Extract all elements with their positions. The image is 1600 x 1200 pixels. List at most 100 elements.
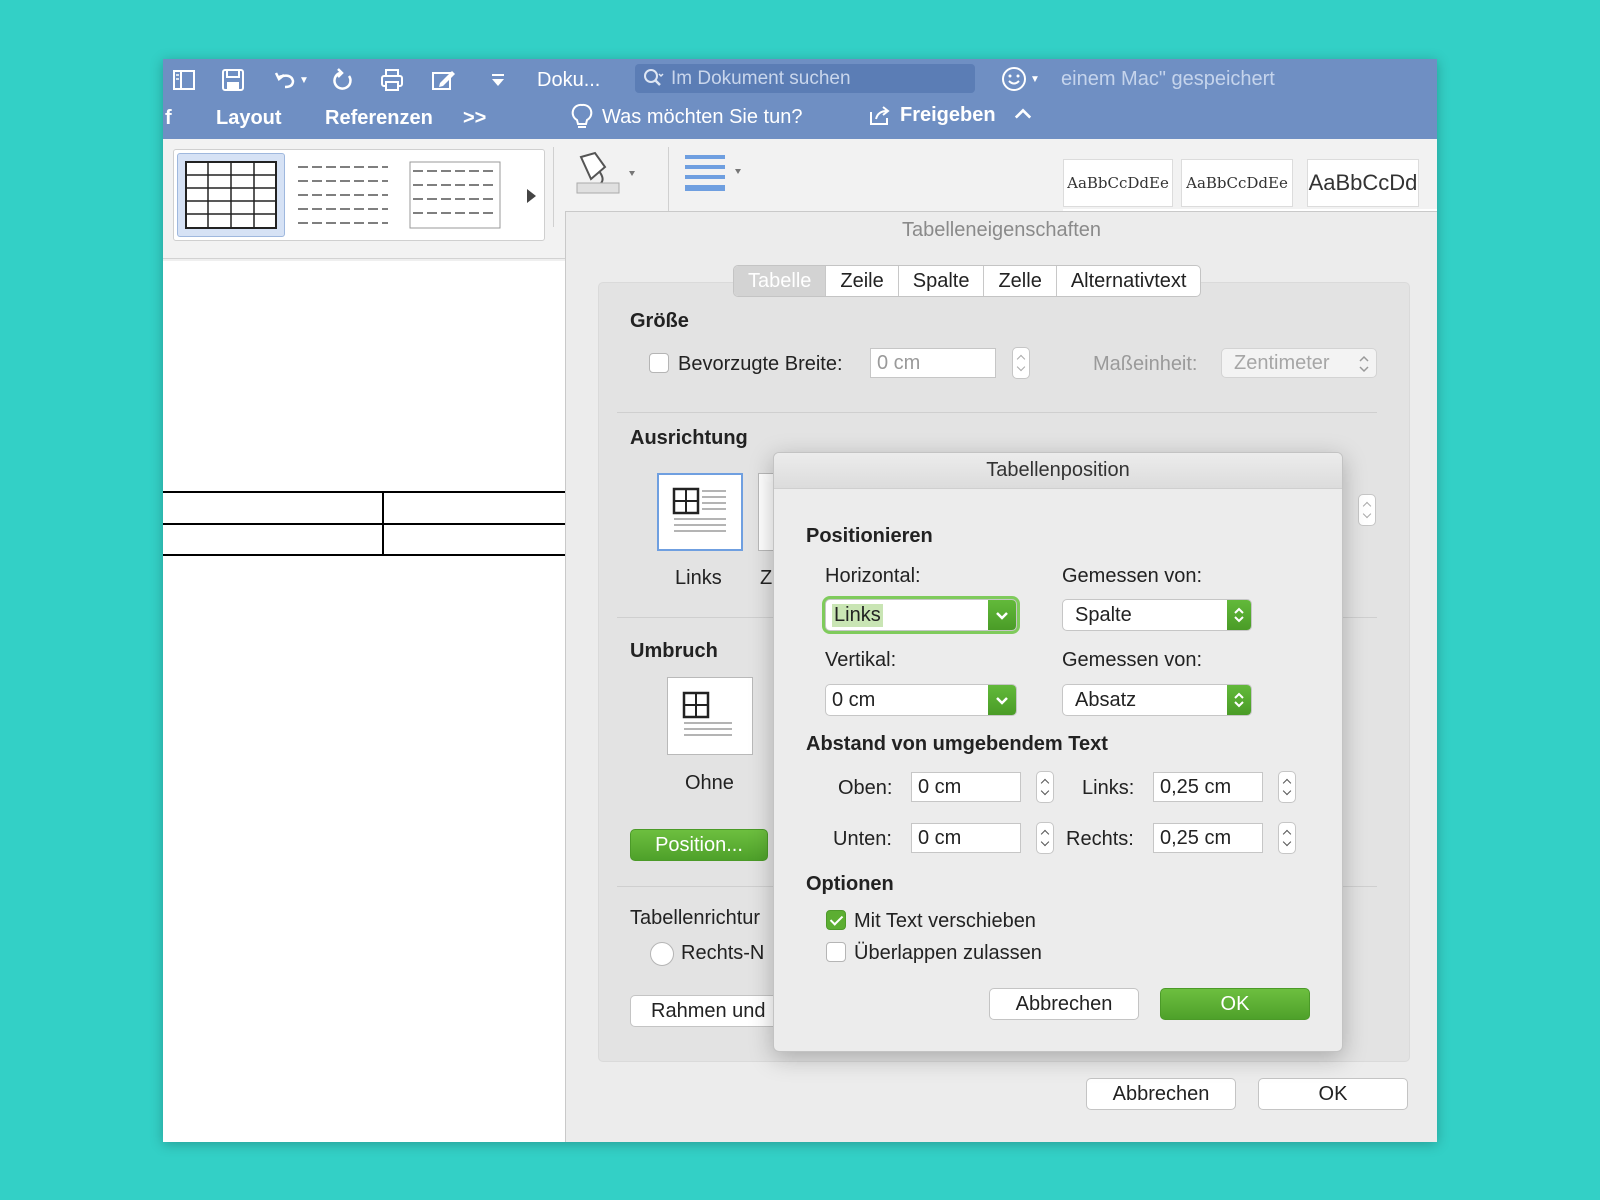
v-measured-select[interactable]: Absatz bbox=[1062, 684, 1252, 716]
collapse-ribbon-chevron-icon[interactable] bbox=[1014, 104, 1032, 127]
chevron-down-icon[interactable] bbox=[988, 685, 1016, 715]
tell-me-search[interactable]: Was möchten Sie tun? bbox=[570, 103, 802, 131]
move-with-text-label: Mit Text verschieben bbox=[854, 910, 1036, 932]
h-measured-label: Gemessen von: bbox=[1062, 565, 1203, 587]
left-stepper[interactable] bbox=[1278, 771, 1296, 803]
ribbon-separator bbox=[553, 147, 554, 227]
preferred-width-field[interactable]: 0 cm bbox=[870, 348, 996, 378]
h-measured-select[interactable]: Spalte bbox=[1062, 599, 1252, 631]
left-field[interactable]: 0,25 cm bbox=[1153, 772, 1263, 802]
search-placeholder: Im Dokument suchen bbox=[671, 67, 851, 89]
preferred-width-label: Bevorzugte Breite: bbox=[678, 353, 843, 375]
gallery-more-arrow-icon[interactable] bbox=[524, 186, 538, 206]
shading-paint-bucket-icon[interactable] bbox=[569, 149, 641, 199]
window-title-rest: einem Mac" gespeichert bbox=[1061, 68, 1275, 90]
tab-spalte[interactable]: Spalte bbox=[897, 266, 984, 296]
tab-layout[interactable]: Layout bbox=[216, 107, 282, 130]
right-label: Rechts: bbox=[1066, 828, 1134, 850]
table-style-light[interactable] bbox=[401, 153, 509, 237]
top-label: Oben: bbox=[838, 777, 893, 799]
table-direction-label: Tabellenrichtur bbox=[630, 907, 761, 929]
h-measured-value: Spalte bbox=[1075, 603, 1132, 626]
tab-cut-off[interactable]: f bbox=[165, 107, 172, 130]
search-input[interactable]: Im Dokument suchen bbox=[635, 64, 975, 93]
search-icon bbox=[644, 68, 664, 86]
unit-select[interactable]: Zentimeter bbox=[1221, 348, 1377, 378]
style-sample-2[interactable]: AaBbCcDdEe bbox=[1181, 159, 1293, 207]
props-cancel-button[interactable]: Abbrechen bbox=[1086, 1078, 1236, 1110]
share-label: Freigeben bbox=[900, 103, 996, 126]
direction-rtl-label: Rechts-N bbox=[681, 942, 765, 964]
preferred-width-stepper[interactable] bbox=[1012, 347, 1030, 379]
styles-gallery: AaBbCcDdEe AaBbCcDdEe AaBbCcDd bbox=[1063, 139, 1437, 209]
save-icon[interactable] bbox=[218, 65, 248, 95]
dialog-title: Tabellenposition bbox=[774, 453, 1342, 489]
horizontal-combo[interactable]: Links bbox=[825, 599, 1017, 631]
direction-rtl-radio[interactable] bbox=[650, 942, 674, 966]
wrap-none-option[interactable] bbox=[667, 677, 753, 755]
pos-cancel-button[interactable]: Abbrechen bbox=[989, 988, 1139, 1020]
share-icon bbox=[870, 106, 890, 125]
vertical-value: 0 cm bbox=[832, 688, 876, 711]
size-section-label: Größe bbox=[630, 310, 689, 332]
feedback-smiley-icon[interactable]: ▼ bbox=[1001, 65, 1049, 93]
bottom-label: Unten: bbox=[833, 828, 892, 850]
options-section-label: Optionen bbox=[806, 873, 894, 895]
wrap-none-label: Ohne bbox=[685, 772, 734, 794]
lightbulb-icon bbox=[571, 103, 593, 128]
position-button[interactable]: Position... bbox=[630, 829, 768, 861]
tab-tabelle[interactable]: Tabelle bbox=[734, 266, 826, 296]
top-stepper[interactable] bbox=[1036, 771, 1054, 803]
borders-and-shading-button[interactable]: Rahmen und bbox=[630, 995, 790, 1027]
dialog-title: Tabelleneigenschaften bbox=[901, 218, 1102, 241]
right-stepper[interactable] bbox=[1278, 822, 1296, 854]
vertical-combo[interactable]: 0 cm bbox=[825, 684, 1017, 716]
allow-overlap-label: Überlappen zulassen bbox=[854, 942, 1042, 964]
more-tabs-chevron[interactable]: >> bbox=[463, 107, 486, 130]
tab-referenzen[interactable]: Referenzen bbox=[325, 107, 433, 130]
edit-icon[interactable] bbox=[428, 65, 458, 95]
ribbon-tabs: f Layout Referenzen >> Was möchten Sie t… bbox=[163, 99, 1063, 139]
redo-icon[interactable] bbox=[328, 65, 358, 95]
sidebar-icon[interactable] bbox=[169, 65, 199, 95]
undo-icon[interactable]: ▼ bbox=[266, 65, 316, 95]
align-left-option[interactable] bbox=[657, 473, 743, 551]
updown-chevron-icon bbox=[1227, 600, 1251, 630]
tab-zeile[interactable]: Zeile bbox=[825, 266, 897, 296]
indent-stepper[interactable] bbox=[1358, 494, 1376, 526]
right-field[interactable]: 0,25 cm bbox=[1153, 823, 1263, 853]
borders-icon[interactable] bbox=[683, 151, 747, 197]
titlebar: ▼ Doku... Im Dokument suchen ▼ einem Mac… bbox=[163, 59, 1437, 139]
tell-me-label: Was möchten Sie tun? bbox=[602, 105, 803, 128]
horizontal-label: Horizontal: bbox=[825, 565, 921, 587]
bottom-field[interactable]: 0 cm bbox=[911, 823, 1021, 853]
table-style-grid[interactable] bbox=[177, 153, 285, 237]
table-position-dialog: Tabellenposition Positionieren Horizonta… bbox=[773, 452, 1343, 1052]
align-left-label: Links bbox=[675, 567, 722, 589]
unit-label: Maßeinheit: bbox=[1093, 353, 1198, 375]
top-field[interactable]: 0 cm bbox=[911, 772, 1021, 802]
align-center-label: Z bbox=[760, 567, 773, 589]
distance-section-label: Abstand von umgebendem Text bbox=[806, 733, 1108, 755]
props-tabs: Tabelle Zeile Spalte Zelle Alternativtex… bbox=[733, 265, 1202, 297]
preferred-width-checkbox[interactable] bbox=[649, 353, 669, 373]
tab-alternativtext[interactable]: Alternativtext bbox=[1055, 266, 1201, 296]
style-sample-1[interactable]: AaBbCcDdEe bbox=[1063, 159, 1173, 207]
v-measured-label: Gemessen von: bbox=[1062, 649, 1203, 671]
document-title: Doku... bbox=[537, 69, 601, 91]
updown-chevron-icon bbox=[1359, 355, 1369, 373]
share-button[interactable]: Freigeben bbox=[868, 103, 1032, 127]
allow-overlap-checkbox[interactable] bbox=[826, 942, 846, 962]
v-measured-value: Absatz bbox=[1075, 688, 1137, 711]
move-with-text-checkbox[interactable] bbox=[826, 910, 846, 930]
print-icon[interactable] bbox=[377, 65, 407, 95]
wrap-section-label: Umbruch bbox=[630, 640, 718, 662]
chevron-down-icon[interactable] bbox=[988, 600, 1016, 630]
style-sample-3[interactable]: AaBbCcDd bbox=[1307, 159, 1419, 207]
pos-ok-button[interactable]: OK bbox=[1160, 988, 1310, 1020]
props-ok-button[interactable]: OK bbox=[1258, 1078, 1408, 1110]
customize-icon[interactable] bbox=[483, 65, 513, 95]
table-style-plain[interactable] bbox=[289, 153, 397, 237]
tab-zelle[interactable]: Zelle bbox=[983, 266, 1055, 296]
bottom-stepper[interactable] bbox=[1036, 822, 1054, 854]
